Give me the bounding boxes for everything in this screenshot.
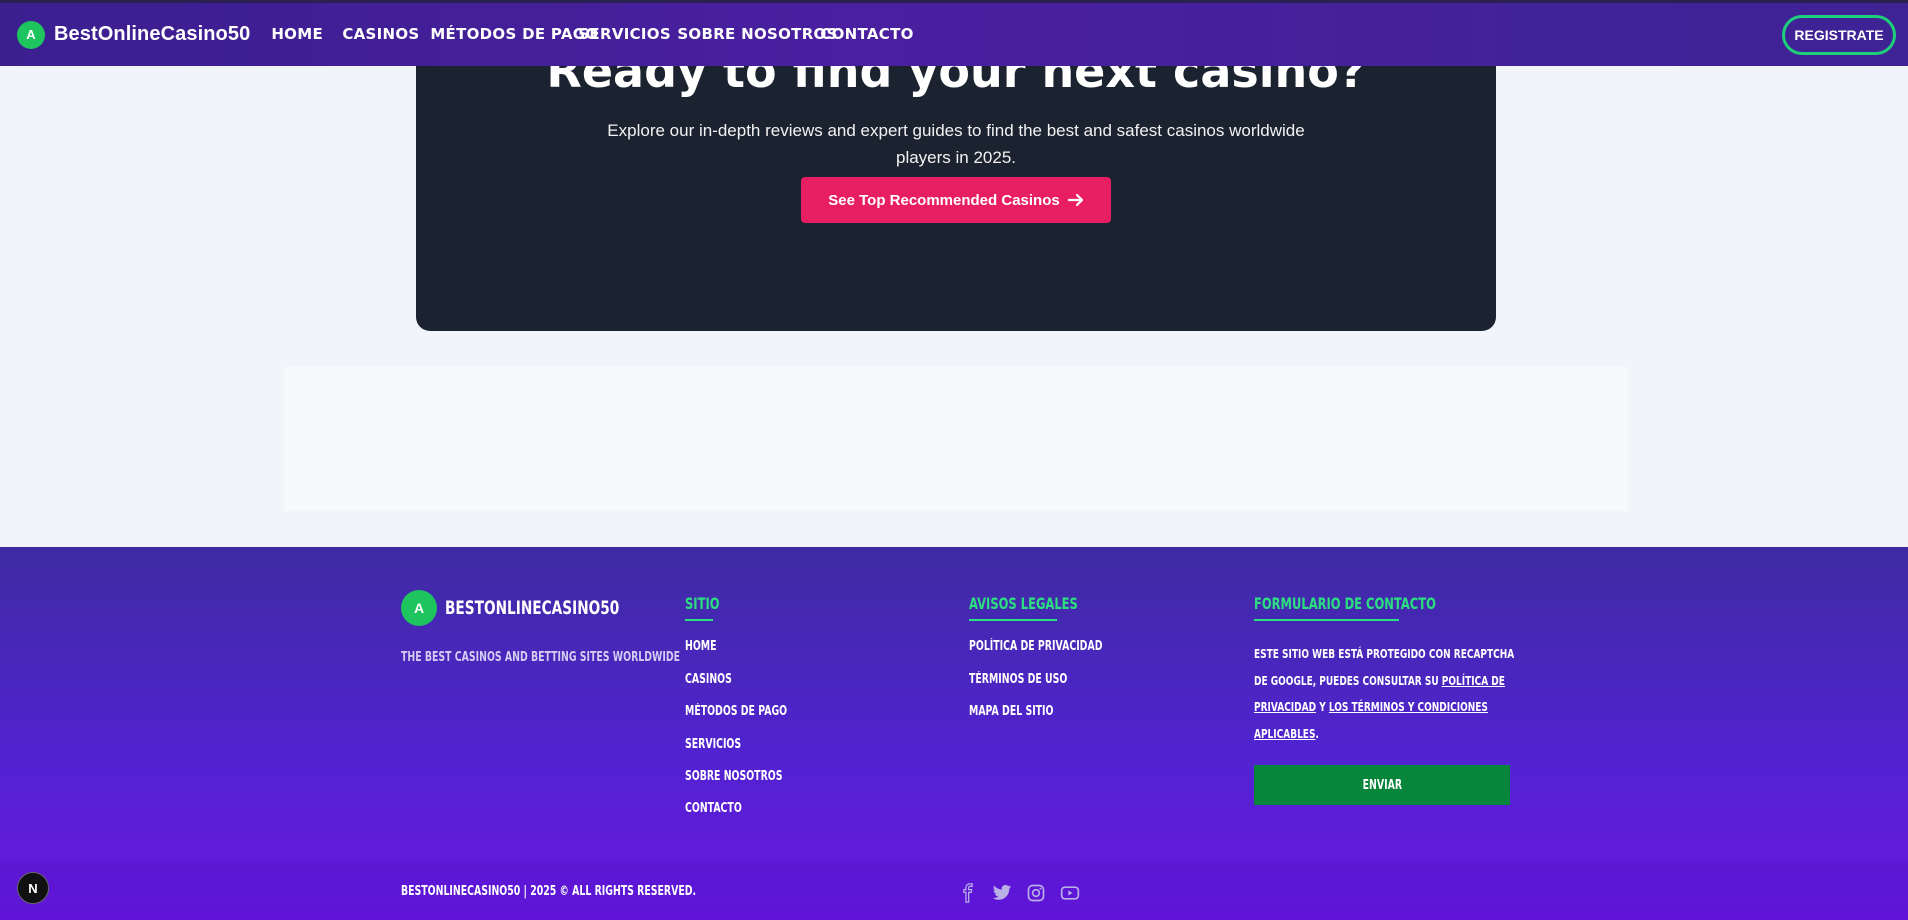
footer-logo[interactable]: A BESTONLINECASINO50 — [401, 590, 687, 626]
site-footer: A BESTONLINECASINO50 THE BEST CASINOS AN… — [0, 547, 1908, 920]
empty-content-panel — [284, 367, 1628, 511]
footer-link-sobre-nosotros[interactable]: SOBRE NOSOTROS — [685, 769, 782, 784]
recaptcha-notice-text-2: Y — [1316, 699, 1329, 714]
top-casinos-button-label: See Top Recommended Casinos — [828, 191, 1060, 209]
footer-logo-text: BESTONLINECASINO50 — [445, 597, 620, 619]
footer-contact-title: FORMULARIO DE CONTACTO — [1254, 594, 1436, 613]
send-button-label: ENVIAR — [1362, 777, 1402, 793]
register-button[interactable]: REGISTRATE — [1782, 15, 1896, 55]
footer-legal-underline — [969, 619, 1057, 621]
footer-link-sitemap[interactable]: MAPA DEL SITIO — [969, 704, 1053, 719]
dev-tools-badge[interactable]: N — [17, 872, 49, 904]
footer-bottom-bar — [0, 863, 1908, 920]
footer-link-privacy[interactable]: POLÍTICA DE PRIVACIDAD — [969, 639, 1102, 654]
footer-logo-badge: A — [401, 590, 437, 626]
nav-home[interactable]: HOME — [271, 25, 323, 43]
recaptcha-notice-text-3: . — [1315, 725, 1319, 741]
site-header: A BestOnlineCasino50 HOME CASINOS MÉTODO… — [0, 0, 1908, 66]
footer-link-terms[interactable]: TÉRMINOS DE USO — [969, 672, 1067, 687]
logo-badge: A — [17, 20, 45, 49]
site-logo[interactable]: A BestOnlineCasino50 — [17, 20, 251, 49]
footer-link-home[interactable]: HOME — [685, 639, 717, 654]
nav-metodos-de-pago[interactable]: MÉTODOS DE PAGO — [430, 25, 598, 43]
footer-link-metodos-de-pago[interactable]: MÉTODOS DE PAGO — [685, 704, 787, 719]
footer-sitio-title: SITIO — [685, 594, 720, 613]
nav-sobre-nosotros[interactable]: SOBRE NOSOTROS — [677, 25, 837, 43]
footer-contact-underline — [1254, 619, 1399, 621]
hero-subtitle: Explore our in-depth reviews and expert … — [607, 121, 1305, 167]
footer-link-contacto[interactable]: CONTACTO — [685, 801, 742, 816]
youtube-icon[interactable] — [1060, 883, 1080, 903]
footer-link-servicios[interactable]: SERVICIOS — [685, 737, 741, 752]
top-casinos-button[interactable]: See Top Recommended Casinos — [801, 177, 1111, 223]
copyright-text: BESTONLINECASINO50 | 2025 © ALL RIGHTS R… — [401, 884, 697, 899]
logo-text: BestOnlineCasino50 — [54, 23, 251, 45]
recaptcha-notice: ESTE SITIO WEB ESTÁ PROTEGIDO CON RECAPT… — [1254, 641, 1524, 747]
nav-contacto[interactable]: CONTACTO — [820, 25, 913, 43]
footer-legal-title: AVISOS LEGALES — [969, 594, 1078, 613]
footer-tagline: THE BEST CASINOS AND BETTING SITES WORLD… — [401, 650, 680, 665]
footer-link-casinos[interactable]: CASINOS — [685, 672, 732, 687]
instagram-icon[interactable] — [1026, 883, 1046, 903]
twitter-icon[interactable] — [992, 883, 1012, 903]
nav-casinos[interactable]: CASINOS — [342, 25, 419, 43]
facebook-icon[interactable] — [958, 883, 978, 903]
nav-servicios[interactable]: SERVICIOS — [578, 25, 671, 43]
arrow-right-icon — [1067, 193, 1083, 207]
footer-sitio-underline — [685, 619, 713, 621]
hero-card: Ready to find your next casino? Explore … — [416, 20, 1496, 331]
social-links — [958, 883, 1080, 903]
send-button[interactable]: ENVIAR — [1254, 765, 1510, 805]
main-nav: HOME CASINOS MÉTODOS DE PAGO SERVICIOS S… — [271, 25, 913, 44]
